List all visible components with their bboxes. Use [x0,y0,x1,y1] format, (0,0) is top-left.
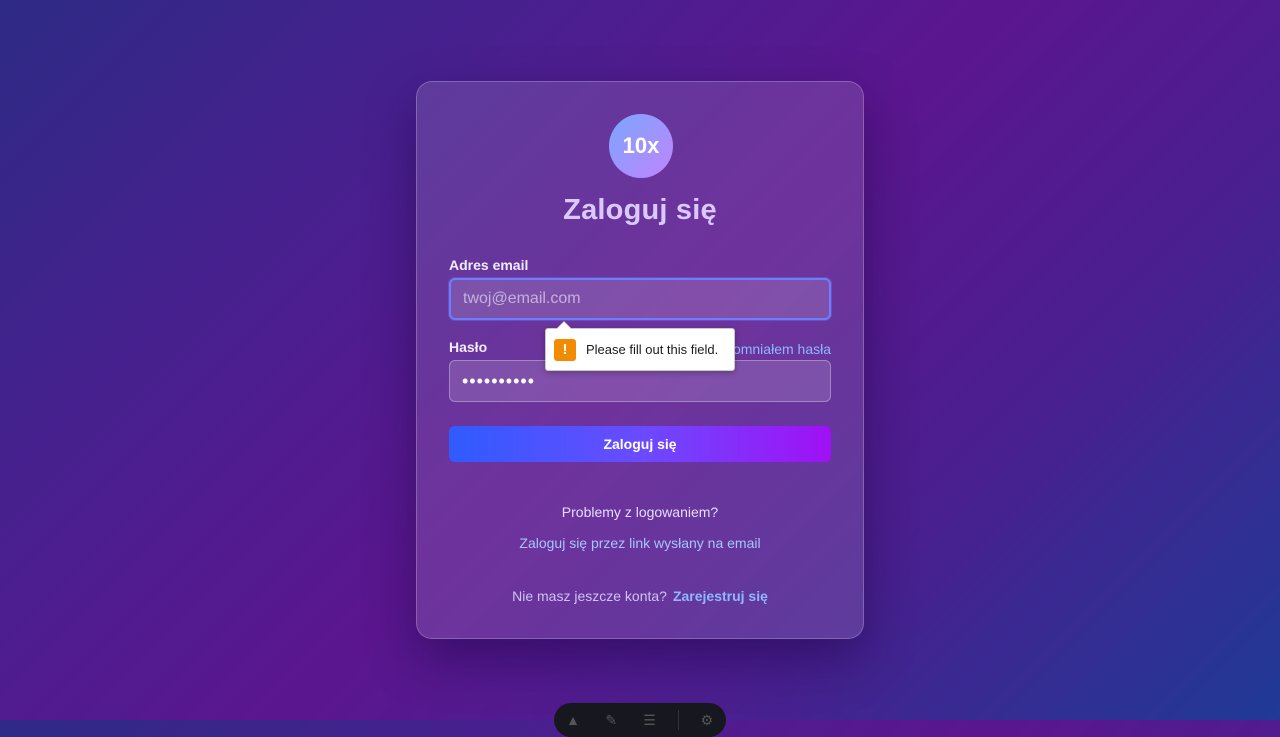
dev-toolbar: ▲ ✎ ☰ ⚙ [554,703,726,737]
login-button[interactable]: Zaloguj się [449,426,831,462]
validation-tooltip: ! Please fill out this field. [545,321,735,371]
magic-link-login[interactable]: Zaloguj się przez link wysłany na email [417,535,863,551]
email-label: Adres email [449,257,529,273]
warning-icon: ! [554,338,576,361]
validation-message: Please fill out this field. [586,342,719,357]
login-problems-text: Problemy z logowaniem? [561,504,719,520]
settings-icon[interactable]: ⚙ [697,712,717,729]
menu-icon[interactable]: ☰ [639,712,659,729]
email-field[interactable] [449,278,831,320]
toolbar-divider [677,710,679,730]
register-row: Nie masz jeszcze konta? Zarejestruj się [417,588,863,604]
astro-icon[interactable]: ▲ [563,712,583,728]
logo-text: 10x [622,133,660,158]
register-prompt: Nie masz jeszcze konta? [512,588,667,604]
page-title: Zaloguj się [563,194,717,226]
logo-badge: 10x [609,114,673,178]
audit-icon[interactable]: ✎ [601,712,621,729]
password-label: Hasło [449,339,488,355]
register-link[interactable]: Zarejestruj się [673,588,768,604]
